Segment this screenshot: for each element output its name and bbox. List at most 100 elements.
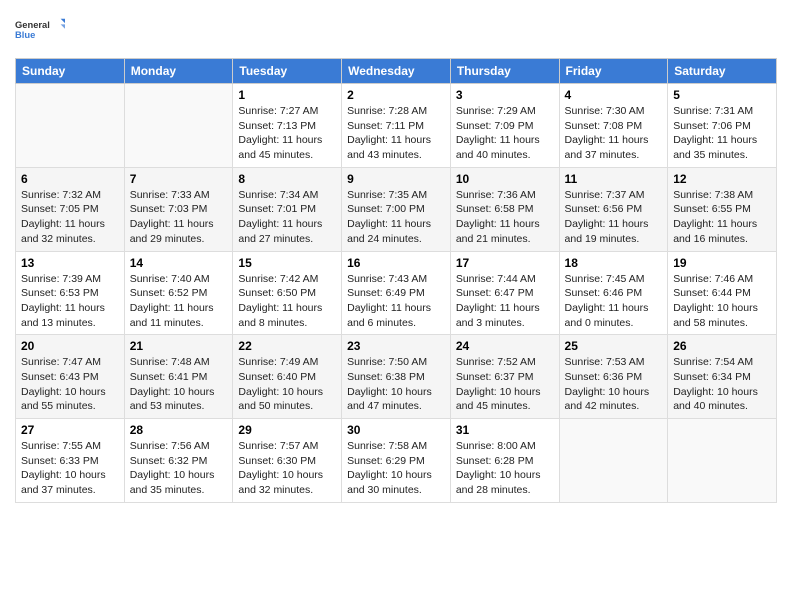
day-info: Sunrise: 7:43 AM Sunset: 6:49 PM Dayligh…: [347, 272, 445, 331]
day-info: Sunrise: 7:32 AM Sunset: 7:05 PM Dayligh…: [21, 188, 119, 247]
day-number: 3: [456, 88, 554, 102]
day-info: Sunrise: 7:55 AM Sunset: 6:33 PM Dayligh…: [21, 439, 119, 498]
calendar-cell: 1 Sunrise: 7:27 AM Sunset: 7:13 PM Daylig…: [233, 84, 342, 168]
calendar-cell: 4Sunrise: 7:30 AM Sunset: 7:08 PM Daylig…: [559, 84, 668, 168]
day-number: 24: [456, 339, 554, 353]
calendar-cell: 19 Sunrise: 7:46 AM Sunset: 6:44 PM Dayli…: [668, 251, 777, 335]
svg-text:General: General: [15, 20, 50, 30]
weekday-sunday: Sunday: [16, 59, 125, 84]
weekday-wednesday: Wednesday: [342, 59, 451, 84]
weekday-monday: Monday: [124, 59, 233, 84]
week-row-4: 20 Sunrise: 7:47 AM Sunset: 6:43 PM Dayli…: [16, 335, 777, 419]
calendar-cell: 14 Sunrise: 7:40 AM Sunset: 6:52 PM Dayli…: [124, 251, 233, 335]
calendar-cell: 29 Sunrise: 7:57 AM Sunset: 6:30 PM Dayli…: [233, 419, 342, 503]
calendar-cell: 28Sunrise: 7:56 AM Sunset: 6:32 PM Dayli…: [124, 419, 233, 503]
day-info: Sunrise: 7:46 AM Sunset: 6:44 PM Dayligh…: [673, 272, 771, 331]
calendar-cell: 25 Sunrise: 7:53 AM Sunset: 6:36 PM Dayli…: [559, 335, 668, 419]
calendar-cell: 11 Sunrise: 7:37 AM Sunset: 6:56 PM Dayli…: [559, 167, 668, 251]
day-info: Sunrise: 7:48 AM Sunset: 6:41 PM Dayligh…: [130, 355, 228, 414]
logo: General Blue: [15, 10, 65, 50]
calendar-cell: 6 Sunrise: 7:32 AM Sunset: 7:05 PM Daylig…: [16, 167, 125, 251]
week-row-2: 6 Sunrise: 7:32 AM Sunset: 7:05 PM Daylig…: [16, 167, 777, 251]
day-info: Sunrise: 7:34 AM Sunset: 7:01 PM Dayligh…: [238, 188, 336, 247]
day-number: 23: [347, 339, 445, 353]
day-number: 27: [21, 423, 119, 437]
calendar-table: SundayMondayTuesdayWednesdayThursdayFrid…: [15, 58, 777, 503]
day-info: Sunrise: 8:00 AM Sunset: 6:28 PM Dayligh…: [456, 439, 554, 498]
day-info: Sunrise: 7:47 AM Sunset: 6:43 PM Dayligh…: [21, 355, 119, 414]
day-number: 9: [347, 172, 445, 186]
day-number: 7: [130, 172, 228, 186]
day-number: 14: [130, 256, 228, 270]
weekday-thursday: Thursday: [450, 59, 559, 84]
day-number: 5: [673, 88, 771, 102]
day-info: Sunrise: 7:45 AM Sunset: 6:46 PM Dayligh…: [565, 272, 663, 331]
week-row-5: 27 Sunrise: 7:55 AM Sunset: 6:33 PM Dayli…: [16, 419, 777, 503]
calendar-cell: 22Sunrise: 7:49 AM Sunset: 6:40 PM Dayli…: [233, 335, 342, 419]
header: General Blue: [15, 10, 777, 50]
day-number: 25: [565, 339, 663, 353]
day-number: 29: [238, 423, 336, 437]
day-number: 19: [673, 256, 771, 270]
day-number: 12: [673, 172, 771, 186]
day-info: Sunrise: 7:42 AM Sunset: 6:50 PM Dayligh…: [238, 272, 336, 331]
day-info: Sunrise: 7:29 AM Sunset: 7:09 PM Dayligh…: [456, 104, 554, 163]
day-number: 26: [673, 339, 771, 353]
day-number: 1: [238, 88, 336, 102]
svg-text:Blue: Blue: [15, 30, 35, 40]
day-info: Sunrise: 7:40 AM Sunset: 6:52 PM Dayligh…: [130, 272, 228, 331]
calendar-cell: 12 Sunrise: 7:38 AM Sunset: 6:55 PM Dayli…: [668, 167, 777, 251]
calendar-cell: 26 Sunrise: 7:54 AM Sunset: 6:34 PM Dayli…: [668, 335, 777, 419]
day-number: 6: [21, 172, 119, 186]
day-number: 4: [565, 88, 663, 102]
calendar-cell: [559, 419, 668, 503]
day-number: 28: [130, 423, 228, 437]
calendar-cell: 20 Sunrise: 7:47 AM Sunset: 6:43 PM Dayli…: [16, 335, 125, 419]
calendar-cell: 15 Sunrise: 7:42 AM Sunset: 6:50 PM Dayli…: [233, 251, 342, 335]
day-info: Sunrise: 7:28 AM Sunset: 7:11 PM Dayligh…: [347, 104, 445, 163]
day-number: 15: [238, 256, 336, 270]
weekday-saturday: Saturday: [668, 59, 777, 84]
calendar-cell: 21 Sunrise: 7:48 AM Sunset: 6:41 PM Dayli…: [124, 335, 233, 419]
calendar-cell: 3 Sunrise: 7:29 AM Sunset: 7:09 PM Daylig…: [450, 84, 559, 168]
calendar-cell: 17 Sunrise: 7:44 AM Sunset: 6:47 PM Dayli…: [450, 251, 559, 335]
day-number: 11: [565, 172, 663, 186]
calendar-cell: 9 Sunrise: 7:35 AM Sunset: 7:00 PM Daylig…: [342, 167, 451, 251]
day-info: Sunrise: 7:57 AM Sunset: 6:30 PM Dayligh…: [238, 439, 336, 498]
day-info: Sunrise: 7:52 AM Sunset: 6:37 PM Dayligh…: [456, 355, 554, 414]
page: General Blue SundayMondayTuesdayWednesda…: [0, 0, 792, 612]
day-info: Sunrise: 7:33 AM Sunset: 7:03 PM Dayligh…: [130, 188, 228, 247]
calendar-cell: 24 Sunrise: 7:52 AM Sunset: 6:37 PM Dayli…: [450, 335, 559, 419]
day-number: 18: [565, 256, 663, 270]
week-row-3: 13Sunrise: 7:39 AM Sunset: 6:53 PM Dayli…: [16, 251, 777, 335]
day-info: Sunrise: 7:38 AM Sunset: 6:55 PM Dayligh…: [673, 188, 771, 247]
day-info: Sunrise: 7:35 AM Sunset: 7:00 PM Dayligh…: [347, 188, 445, 247]
day-number: 20: [21, 339, 119, 353]
day-info: Sunrise: 7:50 AM Sunset: 6:38 PM Dayligh…: [347, 355, 445, 414]
day-info: Sunrise: 7:53 AM Sunset: 6:36 PM Dayligh…: [565, 355, 663, 414]
calendar-cell: 27 Sunrise: 7:55 AM Sunset: 6:33 PM Dayli…: [16, 419, 125, 503]
logo-svg: General Blue: [15, 10, 65, 50]
day-info: Sunrise: 7:27 AM Sunset: 7:13 PM Dayligh…: [238, 104, 336, 163]
calendar-cell: [16, 84, 125, 168]
day-number: 13: [21, 256, 119, 270]
calendar-cell: 13Sunrise: 7:39 AM Sunset: 6:53 PM Dayli…: [16, 251, 125, 335]
day-info: Sunrise: 7:58 AM Sunset: 6:29 PM Dayligh…: [347, 439, 445, 498]
day-info: Sunrise: 7:54 AM Sunset: 6:34 PM Dayligh…: [673, 355, 771, 414]
calendar-cell: [668, 419, 777, 503]
day-info: Sunrise: 7:36 AM Sunset: 6:58 PM Dayligh…: [456, 188, 554, 247]
day-number: 22: [238, 339, 336, 353]
day-number: 31: [456, 423, 554, 437]
week-row-1: 1 Sunrise: 7:27 AM Sunset: 7:13 PM Daylig…: [16, 84, 777, 168]
calendar-cell: 7 Sunrise: 7:33 AM Sunset: 7:03 PM Daylig…: [124, 167, 233, 251]
day-number: 17: [456, 256, 554, 270]
day-info: Sunrise: 7:44 AM Sunset: 6:47 PM Dayligh…: [456, 272, 554, 331]
calendar-cell: [124, 84, 233, 168]
calendar-cell: 16Sunrise: 7:43 AM Sunset: 6:49 PM Dayli…: [342, 251, 451, 335]
calendar-cell: 18 Sunrise: 7:45 AM Sunset: 6:46 PM Dayli…: [559, 251, 668, 335]
day-info: Sunrise: 7:37 AM Sunset: 6:56 PM Dayligh…: [565, 188, 663, 247]
day-info: Sunrise: 7:31 AM Sunset: 7:06 PM Dayligh…: [673, 104, 771, 163]
day-number: 21: [130, 339, 228, 353]
calendar-cell: 5 Sunrise: 7:31 AM Sunset: 7:06 PM Daylig…: [668, 84, 777, 168]
weekday-header-row: SundayMondayTuesdayWednesdayThursdayFrid…: [16, 59, 777, 84]
